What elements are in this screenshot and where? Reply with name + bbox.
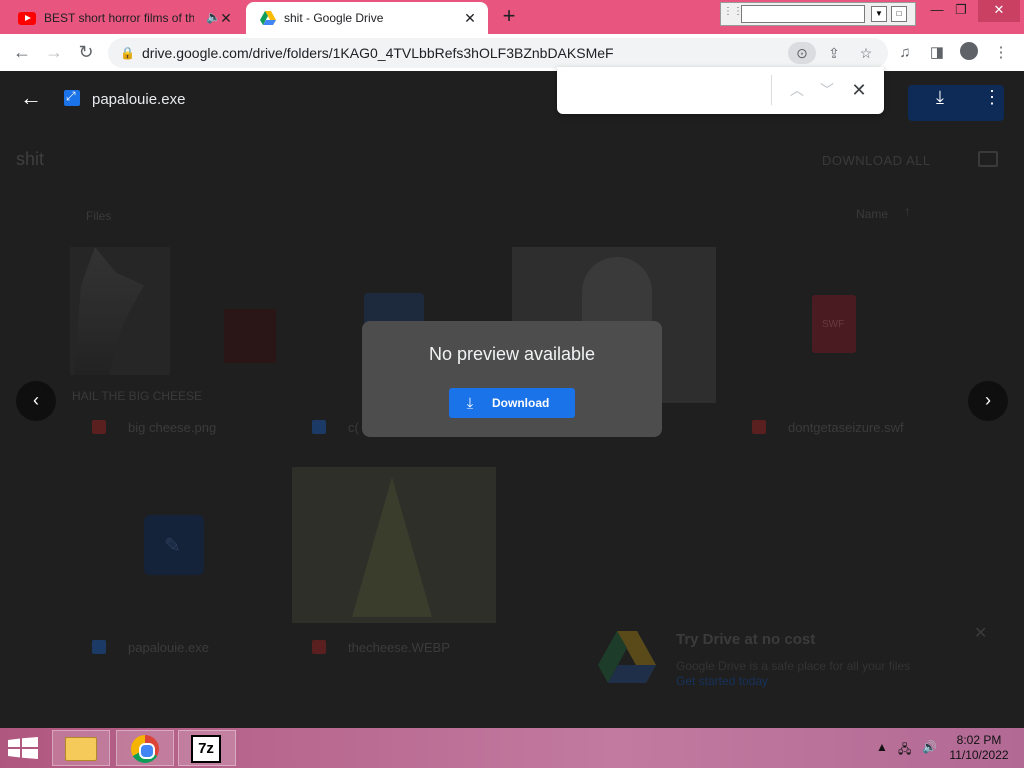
back-arrow-icon[interactable]: ←: [20, 87, 44, 111]
find-previous-icon[interactable]: ︿: [786, 79, 808, 101]
windows-start-icon[interactable]: [8, 737, 38, 759]
google-drive-logo: [598, 631, 656, 683]
browser-toolbar: ← → ↻ 🔒 drive.google.com/drive/folders/1…: [0, 34, 1024, 71]
reload-icon[interactable]: ↻: [74, 41, 98, 65]
dropdown-icon[interactable]: ▼: [871, 6, 887, 22]
image-file-icon: [92, 420, 106, 434]
bookmark-star-icon[interactable]: ☆: [854, 42, 878, 64]
file-name[interactable]: big cheese.png: [128, 420, 216, 435]
divider: [771, 75, 772, 105]
youtube-icon: [18, 11, 36, 25]
menu-kebab-icon[interactable]: ⋮: [990, 42, 1012, 64]
taskbar: 7z ▲ 🖧 🔊 8:02 PM 11/10/2022: [0, 728, 1024, 768]
file-name[interactable]: thecheese.WEBP: [348, 640, 450, 655]
media-control-icon[interactable]: ♫: [894, 42, 916, 64]
taskbar-7zip[interactable]: 7z: [178, 730, 236, 766]
viewer-file-name: papalouie.exe: [92, 91, 186, 108]
next-file-button[interactable]: ›: [968, 381, 1008, 421]
url-text[interactable]: drive.google.com/drive/folders/1KAG0_4TV…: [142, 45, 614, 61]
image-file-icon: [312, 640, 326, 654]
tab-youtube[interactable]: BEST short horror films of th 🔈 ✕: [8, 2, 244, 34]
tray-chevron-icon[interactable]: ▲: [876, 740, 888, 754]
google-drive-icon: [260, 11, 276, 25]
exe-file-icon: [92, 640, 106, 654]
forward-icon[interactable]: →: [42, 41, 66, 65]
ime-input[interactable]: [741, 5, 865, 23]
lock-icon[interactable]: 🔒: [120, 46, 135, 60]
download-button[interactable]: ⤓ Download: [449, 388, 575, 418]
dialog-title: No preview available: [428, 344, 596, 364]
network-icon[interactable]: 🖧: [898, 740, 911, 761]
promo-title: Try Drive at no cost: [676, 631, 816, 648]
no-preview-dialog: No preview available ⤓ Download: [362, 321, 662, 437]
file-name[interactable]: papalouie.exe: [128, 640, 209, 655]
share-icon[interactable]: ⇪: [822, 42, 846, 64]
thumbnail-small[interactable]: [224, 309, 276, 363]
thumbnail-caption: HAIL THE BIG CHEESE: [72, 389, 203, 403]
exe-file-icon: [64, 89, 80, 106]
swf-badge: SWF: [822, 319, 845, 330]
more-options-icon[interactable]: ⋮: [982, 87, 1002, 111]
download-all-button[interactable]: DOWNLOAD ALL: [822, 153, 931, 168]
file-icon: [752, 420, 766, 434]
find-bar: ︿ ﹀ ✕: [557, 67, 884, 114]
window-close-button[interactable]: ✕: [978, 0, 1020, 22]
folder-icon: [65, 737, 97, 761]
grip-icon[interactable]: ⋮⋮: [723, 6, 743, 22]
sort-name-label[interactable]: Name: [856, 207, 888, 221]
tab-title: BEST short horror films of th: [44, 11, 194, 25]
download-label: Download: [492, 396, 550, 410]
taskbar-chrome[interactable]: [116, 730, 174, 766]
folder-title: shit: [16, 149, 45, 169]
7zip-icon: 7z: [191, 735, 221, 763]
clock-time: 8:02 PM: [956, 733, 1002, 747]
back-icon[interactable]: ←: [10, 41, 34, 65]
profile-icon[interactable]: [958, 42, 980, 64]
restore-icon[interactable]: □: [891, 6, 907, 22]
files-label: Files: [86, 209, 112, 223]
find-input[interactable]: [569, 77, 769, 103]
file-name[interactable]: dontgetaseizure.swf: [788, 420, 904, 435]
swf-file-icon: SWF: [812, 295, 856, 353]
ime-toolbar: ⋮⋮ ▼ □: [720, 2, 916, 26]
tab-title: shit - Google Drive: [284, 11, 384, 25]
list-view-icon[interactable]: [978, 151, 998, 167]
close-tab-icon[interactable]: ✕: [218, 10, 234, 26]
thumbnail-big-cheese[interactable]: [70, 247, 170, 375]
find-next-icon[interactable]: ﹀: [816, 79, 838, 101]
zoom-lens-icon[interactable]: ⊙: [788, 42, 816, 64]
chrome-icon: [131, 735, 159, 763]
address-bar[interactable]: 🔒 drive.google.com/drive/folders/1KAG0_4…: [108, 38, 888, 68]
file-name[interactable]: c(: [348, 420, 359, 435]
previous-file-button[interactable]: ‹: [16, 381, 56, 421]
promo-body: Google Drive is a safe place for all you…: [676, 659, 911, 673]
sort-arrow-icon[interactable]: ↑: [904, 203, 911, 219]
new-tab-button[interactable]: +: [498, 5, 520, 28]
find-close-icon[interactable]: ✕: [848, 79, 870, 101]
maximize-button[interactable]: ❐: [946, 0, 976, 22]
thumbnail-cheese-webp[interactable]: [292, 467, 496, 623]
page-content: shit DOWNLOAD ALL Files Name ↑ HAIL THE …: [0, 67, 1024, 728]
download-icon[interactable]: ⤓: [928, 87, 952, 111]
clock[interactable]: 8:02 PM 11/10/2022: [946, 733, 1012, 763]
exe-file-icon: [312, 420, 326, 434]
volume-icon[interactable]: 🔊: [922, 740, 937, 754]
pencil-icon: ✎: [164, 535, 181, 557]
clock-date: 11/10/2022: [949, 748, 1009, 762]
exe-thumbnail[interactable]: ✎: [144, 515, 204, 575]
tab-strip: BEST short horror films of th 🔈 ✕ shit -…: [0, 0, 1024, 34]
download-icon: ⤓: [466, 394, 474, 412]
side-panel-icon[interactable]: ◨: [926, 42, 948, 64]
promo-close-icon[interactable]: ✕: [974, 623, 987, 643]
taskbar-file-explorer[interactable]: [52, 730, 110, 766]
tab-google-drive[interactable]: shit - Google Drive ✕: [246, 2, 488, 34]
promo-link[interactable]: Get started today: [676, 674, 768, 688]
close-tab-icon[interactable]: ✕: [462, 10, 478, 26]
